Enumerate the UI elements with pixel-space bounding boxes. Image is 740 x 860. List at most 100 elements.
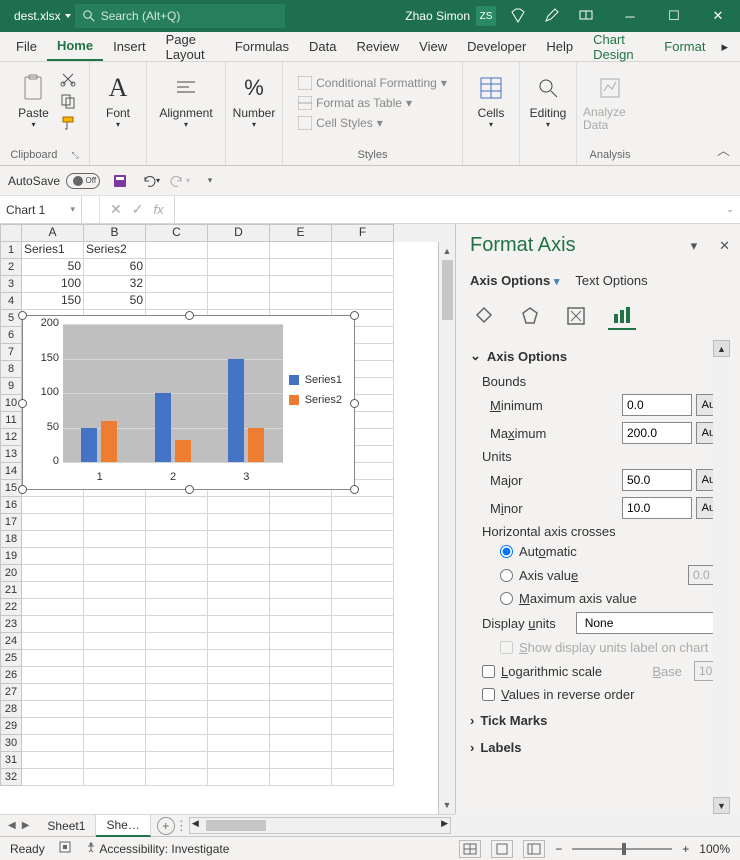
copy-icon[interactable]	[60, 93, 76, 109]
resize-handle[interactable]	[350, 399, 359, 408]
user-name[interactable]: Zhao Simon	[405, 9, 476, 23]
cell[interactable]	[84, 497, 146, 514]
bounds-min-input[interactable]	[622, 394, 692, 416]
cell[interactable]	[270, 650, 332, 667]
cell[interactable]	[332, 497, 394, 514]
cell[interactable]	[270, 684, 332, 701]
cell[interactable]	[270, 548, 332, 565]
zoom-out-button[interactable]: −	[555, 842, 562, 856]
cell[interactable]	[208, 769, 270, 786]
zoom-slider[interactable]	[572, 848, 672, 850]
view-page-break-button[interactable]	[523, 840, 545, 858]
name-box[interactable]: Chart 1▾	[0, 196, 82, 223]
row-header[interactable]: 30	[0, 735, 22, 752]
editing-button[interactable]: Editing ▾	[526, 68, 570, 131]
cells-button[interactable]: Cells ▾	[469, 68, 513, 131]
cell[interactable]	[146, 293, 208, 310]
cell[interactable]	[332, 633, 394, 650]
cell[interactable]	[332, 531, 394, 548]
conditional-formatting-button[interactable]: Conditional Formatting ▾	[298, 76, 447, 90]
cell[interactable]	[146, 718, 208, 735]
cell[interactable]	[22, 701, 84, 718]
cell[interactable]	[208, 497, 270, 514]
axis-options-section[interactable]: ⌄Axis Options	[470, 344, 730, 368]
tab-insert[interactable]: Insert	[103, 32, 156, 61]
paste-button[interactable]: Paste ▾	[12, 68, 56, 131]
cell[interactable]	[22, 718, 84, 735]
cell[interactable]	[84, 752, 146, 769]
user-avatar[interactable]: ZS	[476, 6, 496, 26]
row-header[interactable]: 18	[0, 531, 22, 548]
cell[interactable]	[146, 701, 208, 718]
cell[interactable]	[208, 259, 270, 276]
cell[interactable]	[146, 684, 208, 701]
row-header[interactable]: 8	[0, 361, 22, 378]
tab-file[interactable]: File	[6, 32, 47, 61]
cell[interactable]	[270, 769, 332, 786]
bounds-max-input[interactable]	[622, 422, 692, 444]
row-header[interactable]: 6	[0, 327, 22, 344]
cell[interactable]	[146, 582, 208, 599]
chart-plot-area[interactable]	[63, 324, 283, 462]
row-header[interactable]: 27	[0, 684, 22, 701]
pencil-icon[interactable]	[544, 8, 560, 24]
row-header[interactable]: 21	[0, 582, 22, 599]
crosses-automatic-radio[interactable]	[500, 545, 513, 558]
row-header[interactable]: 32	[0, 769, 22, 786]
row-header[interactable]: 7	[0, 344, 22, 361]
qat-customize-icon[interactable]: ▾	[200, 171, 220, 191]
search-box[interactable]: Search (Alt+Q)	[75, 4, 285, 28]
cell[interactable]	[146, 667, 208, 684]
row-header[interactable]: 22	[0, 599, 22, 616]
cell[interactable]	[208, 565, 270, 582]
tab-developer[interactable]: Developer	[457, 32, 536, 61]
crosses-axis-value-radio[interactable]	[500, 569, 513, 582]
scrollbar-thumb[interactable]	[442, 260, 453, 320]
cell[interactable]	[332, 514, 394, 531]
row-header[interactable]: 1	[0, 242, 22, 259]
cancel-formula-icon[interactable]: ✕	[110, 201, 122, 218]
add-sheet-button[interactable]: +	[157, 817, 175, 835]
sheet-nav-prev-icon[interactable]: ◀	[8, 820, 16, 831]
tab-data[interactable]: Data	[299, 32, 346, 61]
format-as-table-button[interactable]: Format as Table ▾	[298, 96, 447, 110]
cell-styles-button[interactable]: Cell Styles ▾	[298, 116, 447, 130]
analyze-data-button[interactable]: Analyze Data	[583, 68, 637, 134]
cell[interactable]	[270, 242, 332, 259]
tick-marks-section[interactable]: ›Tick Marks	[470, 709, 730, 732]
size-props-icon[interactable]	[562, 302, 590, 330]
row-header[interactable]: 14	[0, 463, 22, 480]
row-header[interactable]: 23	[0, 616, 22, 633]
cell[interactable]	[270, 276, 332, 293]
labels-section[interactable]: ›Labels	[470, 736, 730, 759]
ribbon-options-icon[interactable]	[578, 8, 594, 24]
scroll-up-icon[interactable]: ▲	[439, 242, 455, 260]
cell[interactable]	[270, 582, 332, 599]
cell[interactable]	[22, 616, 84, 633]
cell[interactable]	[146, 259, 208, 276]
accept-formula-icon[interactable]: ✓	[132, 201, 144, 218]
cell[interactable]	[146, 497, 208, 514]
tab-page-layout[interactable]: Page Layout	[156, 32, 225, 61]
clipboard-launcher-icon[interactable]: ⤡	[71, 150, 78, 161]
cell[interactable]	[270, 718, 332, 735]
cell[interactable]	[22, 582, 84, 599]
cell[interactable]	[22, 599, 84, 616]
cell[interactable]	[84, 701, 146, 718]
row-header[interactable]: 3	[0, 276, 22, 293]
cell[interactable]	[22, 752, 84, 769]
display-units-select[interactable]: None	[576, 612, 730, 634]
cell[interactable]	[270, 633, 332, 650]
cell[interactable]	[332, 582, 394, 599]
cell[interactable]	[84, 582, 146, 599]
formula-input[interactable]	[174, 196, 720, 223]
cell[interactable]	[84, 769, 146, 786]
format-painter-icon[interactable]	[60, 115, 76, 131]
cell[interactable]	[146, 633, 208, 650]
chart-object[interactable]: Series1Series2 050100150200123	[22, 315, 355, 490]
row-header[interactable]: 13	[0, 446, 22, 463]
cell[interactable]	[270, 514, 332, 531]
cell[interactable]	[84, 650, 146, 667]
cell[interactable]	[332, 667, 394, 684]
collapse-ribbon-icon[interactable]: ︿	[717, 140, 730, 159]
